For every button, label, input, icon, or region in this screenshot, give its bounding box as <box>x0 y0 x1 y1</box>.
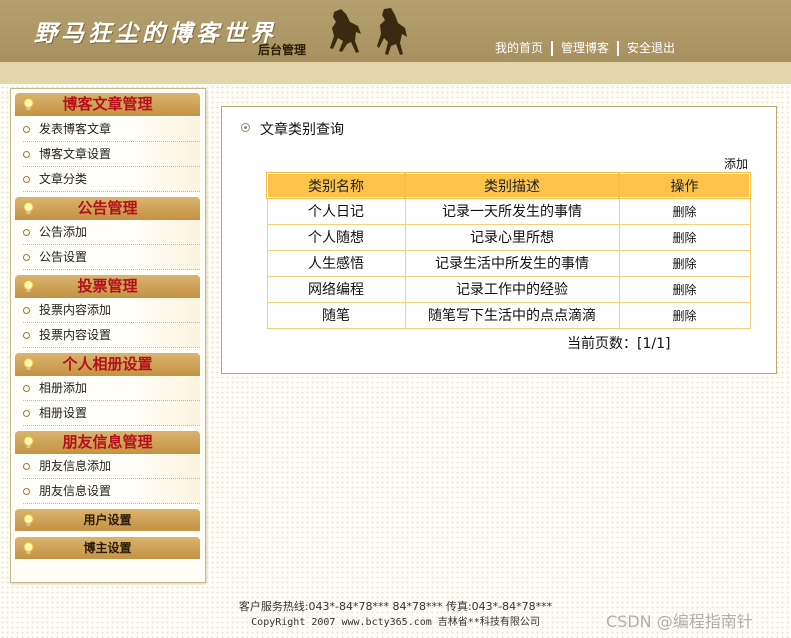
bulb-icon <box>23 542 34 554</box>
category-name-cell: 个人日记 <box>266 197 406 225</box>
delete-link[interactable]: 删除 <box>618 301 751 329</box>
sidebar-item-label: 公告设置 <box>39 250 88 264</box>
page-indicator: 当前页数：[1/1] <box>567 336 671 352</box>
site-title: 野马狂尘的博客世界 <box>34 20 277 47</box>
sidebar-section-announcements[interactable]: 公告管理 <box>15 197 200 220</box>
sidebar-item-label: 公告添加 <box>39 225 88 239</box>
category-desc-cell: 记录工作中的经验 <box>404 275 620 303</box>
circle-bullet-icon <box>23 126 30 133</box>
sidebar-section-albums[interactable]: 个人相册设置 <box>15 353 200 376</box>
sidebar-section-title: 公告管理 <box>77 199 138 217</box>
delete-link[interactable]: 删除 <box>618 223 751 251</box>
table-row: 网络编程 记录工作中的经验 删除 <box>266 275 751 303</box>
sidebar-item-label: 投票内容设置 <box>39 328 112 342</box>
panel-title: 文章类别查询 <box>260 122 344 138</box>
bulb-icon <box>23 436 34 448</box>
sidebar-item-label: 相册设置 <box>39 406 88 420</box>
category-desc-cell: 记录生活中所发生的事情 <box>404 249 620 277</box>
category-name-cell: 网络编程 <box>266 275 406 303</box>
header-banner: 野马狂尘的博客世界 后台管理 我的首页 管理博客 安全退出 <box>0 0 791 62</box>
circle-bullet-icon <box>23 410 30 417</box>
sidebar-item-label: 投票内容添加 <box>39 303 112 317</box>
horse-icon <box>330 9 361 53</box>
table-row: 个人随想 记录心里所想 删除 <box>266 223 751 251</box>
category-name-cell: 个人随想 <box>266 223 406 251</box>
sidebar-item-label: 发表博客文章 <box>39 122 112 136</box>
category-name-cell: 随笔 <box>266 301 406 329</box>
sidebar-item-add-announcement[interactable]: 公告添加 <box>23 220 200 245</box>
circle-bullet-icon <box>23 229 30 236</box>
top-nav: 我的首页 管理博客 安全退出 <box>487 41 683 56</box>
sidebar-item-label: 相册添加 <box>39 381 88 395</box>
nav-home-link[interactable]: 我的首页 <box>487 41 551 56</box>
sidebar-item-announcement-settings[interactable]: 公告设置 <box>23 245 200 270</box>
sidebar-section-friends[interactable]: 朋友信息管理 <box>15 431 200 454</box>
sidebar-item-publish-post[interactable]: 发表博客文章 <box>23 117 200 142</box>
sidebar-section-title: 投票管理 <box>77 277 138 295</box>
bulb-icon <box>23 514 34 526</box>
column-header: 操作 <box>618 172 751 199</box>
target-icon <box>241 123 250 132</box>
sidebar-section-title: 博主设置 <box>83 541 132 555</box>
sidebar-item-add-vote[interactable]: 投票内容添加 <box>23 298 200 323</box>
table-row: 人生感悟 记录生活中所发生的事情 删除 <box>266 249 751 277</box>
circle-bullet-icon <box>23 332 30 339</box>
sidebar-section-blogger-settings[interactable]: 博主设置 <box>15 537 200 559</box>
sidebar-item-add-album[interactable]: 相册添加 <box>23 376 200 401</box>
bulb-icon <box>23 98 34 110</box>
delete-link[interactable]: 删除 <box>618 249 751 277</box>
circle-bullet-icon <box>23 176 30 183</box>
sidebar-section-title: 博客文章管理 <box>62 95 153 113</box>
sidebar-section-title: 个人相册设置 <box>62 355 153 373</box>
circle-bullet-icon <box>23 463 30 470</box>
sidebar-item-label: 博客文章设置 <box>39 147 112 161</box>
category-table: 类别名称 类别描述 操作 个人日记 记录一天所发生的事情 删除 个人随想 记录心… <box>266 172 751 329</box>
circle-bullet-icon <box>23 385 30 392</box>
bulb-icon <box>23 202 34 214</box>
sidebar-item-label: 朋友信息添加 <box>39 459 112 473</box>
nav-manage-blog-link[interactable]: 管理博客 <box>551 41 617 56</box>
delete-link[interactable]: 删除 <box>618 197 751 225</box>
sidebar-item-label: 文章分类 <box>39 172 88 186</box>
horse-icon <box>377 8 407 55</box>
sidebar-item-add-friend[interactable]: 朋友信息添加 <box>23 454 200 479</box>
sidebar-item-album-settings[interactable]: 相册设置 <box>23 401 200 426</box>
add-category-link[interactable]: 添加 <box>724 155 748 172</box>
category-desc-cell: 记录一天所发生的事情 <box>404 197 620 225</box>
watermark: CSDN @编程指南针 <box>606 612 753 631</box>
admin-label: 后台管理 <box>258 43 307 57</box>
sidebar-item-vote-settings[interactable]: 投票内容设置 <box>23 323 200 348</box>
delete-link[interactable]: 删除 <box>618 275 751 303</box>
sidebar-section-votes[interactable]: 投票管理 <box>15 275 200 298</box>
circle-bullet-icon <box>23 307 30 314</box>
header-strip <box>0 62 791 84</box>
sidebar-section-title: 用户设置 <box>83 513 132 527</box>
column-header: 类别描述 <box>404 172 620 199</box>
circle-bullet-icon <box>23 488 30 495</box>
circle-bullet-icon <box>23 151 30 158</box>
column-header: 类别名称 <box>266 172 406 199</box>
category-desc-cell: 随笔写下生活中的点点滴滴 <box>404 301 620 329</box>
table-row: 个人日记 记录一天所发生的事情 删除 <box>266 197 751 225</box>
category-name-cell: 人生感悟 <box>266 249 406 277</box>
sidebar-section-title: 朋友信息管理 <box>62 433 153 451</box>
sidebar-item-post-categories[interactable]: 文章分类 <box>23 167 200 192</box>
category-query-panel: 文章类别查询 添加 类别名称 类别描述 操作 个人日记 记录一天所发生的事情 删… <box>221 106 777 374</box>
sidebar-item-friend-settings[interactable]: 朋友信息设置 <box>23 479 200 504</box>
nav-logout-link[interactable]: 安全退出 <box>617 41 683 56</box>
table-header-row: 类别名称 类别描述 操作 <box>266 172 751 199</box>
sidebar-item-label: 朋友信息设置 <box>39 484 112 498</box>
sidebar-item-post-settings[interactable]: 博客文章设置 <box>23 142 200 167</box>
sidebar: 博客文章管理 发表博客文章 博客文章设置 文章分类 公告管理 公告添加 公告设置… <box>10 88 206 583</box>
bulb-icon <box>23 280 34 292</box>
circle-bullet-icon <box>23 254 30 261</box>
sidebar-section-blog-posts[interactable]: 博客文章管理 <box>15 93 200 116</box>
table-row: 随笔 随笔写下生活中的点点滴滴 删除 <box>266 301 751 329</box>
sidebar-section-user-settings[interactable]: 用户设置 <box>15 509 200 531</box>
category-desc-cell: 记录心里所想 <box>404 223 620 251</box>
bulb-icon <box>23 358 34 370</box>
